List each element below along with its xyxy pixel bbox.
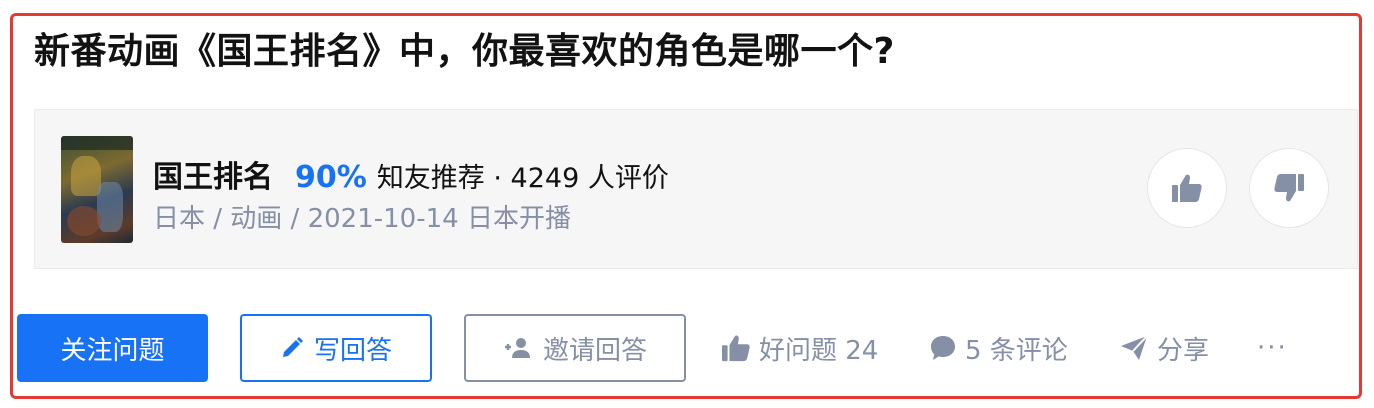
comment-bubble-icon <box>929 334 957 362</box>
write-answer-label: 写回答 <box>313 335 392 366</box>
more-options-button[interactable]: ··· <box>1257 314 1288 382</box>
recommend-text: 知友推荐 · 4249 人评价 <box>376 163 669 194</box>
more-dots-icon: ··· <box>1257 333 1288 363</box>
write-answer-button[interactable]: 写回答 <box>240 314 432 382</box>
follow-label: 关注问题 <box>60 335 165 366</box>
good-question-button[interactable]: 好问题 24 <box>721 314 878 382</box>
comments-button[interactable]: 5 条评论 <box>929 314 1068 382</box>
thumbs-up-icon <box>721 334 751 362</box>
work-card[interactable]: 国王排名 90% 知友推荐 · 4249 人评价 日本 / 动画 / 2021-… <box>34 109 1358 269</box>
paper-plane-icon <box>1119 334 1149 362</box>
upvote-button[interactable] <box>1147 148 1227 228</box>
question-actions: 关注问题 写回答 邀请回答 好问题 24 5 条评论 分享 ··· <box>17 314 1347 382</box>
comments-label: 5 条评论 <box>965 335 1068 366</box>
work-meta: 日本 / 动画 / 2021-10-14 日本开播 <box>153 204 571 234</box>
share-label: 分享 <box>1157 335 1210 366</box>
share-button[interactable]: 分享 <box>1119 314 1209 382</box>
invite-answer-button[interactable]: 邀请回答 <box>464 314 686 382</box>
recommend-percent: 90% <box>295 160 367 195</box>
work-name[interactable]: 国王排名 <box>153 152 273 196</box>
add-user-icon <box>503 336 533 360</box>
follow-question-button[interactable]: 关注问题 <box>17 314 208 382</box>
poster-image[interactable] <box>61 136 133 243</box>
invite-answer-label: 邀请回答 <box>542 335 647 366</box>
downvote-button[interactable] <box>1249 148 1329 228</box>
thumbs-down-icon <box>1273 173 1305 203</box>
thumbs-up-icon <box>1171 173 1203 203</box>
question-title: 新番动画《国王排名》中，你最喜欢的角色是哪一个? <box>34 31 895 72</box>
pencil-icon <box>280 336 304 360</box>
work-info-line: 国王排名 90% 知友推荐 · 4249 人评价 <box>153 152 669 196</box>
good-question-label: 好问题 24 <box>759 335 879 366</box>
